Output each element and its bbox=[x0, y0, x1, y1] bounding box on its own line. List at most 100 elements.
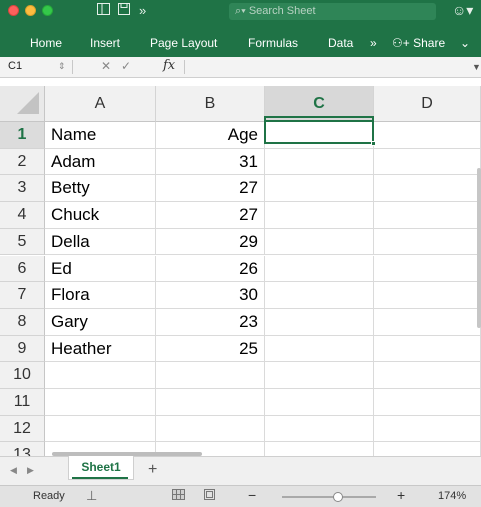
cell-a10[interactable] bbox=[45, 362, 156, 389]
cell-c2[interactable] bbox=[265, 148, 374, 176]
cell-d10[interactable] bbox=[374, 362, 481, 389]
row-header-8[interactable]: 8 bbox=[0, 308, 45, 336]
overflow-icon[interactable]: » bbox=[139, 3, 146, 19]
row-header-7[interactable]: 7 bbox=[0, 282, 45, 309]
name-box-dropdown-icon[interactable]: ⇕ bbox=[58, 61, 66, 72]
formula-input[interactable] bbox=[190, 60, 460, 75]
cell-c11[interactable] bbox=[265, 389, 374, 416]
cell-c6[interactable] bbox=[265, 255, 374, 283]
page-layout-view-icon[interactable] bbox=[204, 488, 215, 503]
row-header-9[interactable]: 9 bbox=[0, 335, 45, 363]
cell-c12[interactable] bbox=[265, 415, 374, 443]
zoom-out-button[interactable]: − bbox=[248, 487, 256, 503]
cell-a6[interactable]: Ed bbox=[45, 255, 156, 283]
cell-c9[interactable] bbox=[265, 335, 374, 363]
normal-view-icon[interactable] bbox=[172, 488, 185, 503]
cell-b1[interactable]: Age bbox=[156, 122, 265, 149]
cell-a2[interactable]: Adam bbox=[45, 148, 156, 176]
prev-sheet-icon[interactable]: ◀ bbox=[10, 465, 17, 476]
collapse-ribbon-icon[interactable]: ⌄ bbox=[460, 36, 470, 51]
row-header-5[interactable]: 5 bbox=[0, 228, 45, 256]
cell-d12[interactable] bbox=[374, 415, 481, 443]
row-header-12[interactable]: 12 bbox=[0, 415, 45, 443]
expand-formula-icon[interactable]: ▼ bbox=[472, 62, 481, 72]
cell-b5[interactable]: 29 bbox=[156, 228, 265, 256]
vertical-scrollbar[interactable] bbox=[477, 168, 481, 328]
cell-d4[interactable] bbox=[374, 202, 481, 229]
macro-record-icon[interactable]: ⊥ bbox=[86, 488, 97, 504]
minimize-window-button[interactable] bbox=[25, 5, 36, 16]
cell-d5[interactable] bbox=[374, 228, 481, 256]
zoom-level[interactable]: 174% bbox=[438, 490, 466, 502]
select-all-corner[interactable] bbox=[0, 86, 45, 122]
zoom-in-button[interactable]: + bbox=[397, 487, 405, 503]
zoom-window-button[interactable] bbox=[42, 5, 53, 16]
cell-a5[interactable]: Della bbox=[45, 228, 156, 256]
cell-c4[interactable] bbox=[265, 202, 374, 229]
cell-b3[interactable]: 27 bbox=[156, 175, 265, 203]
cell-b4[interactable]: 27 bbox=[156, 202, 265, 229]
zoom-slider[interactable] bbox=[282, 492, 376, 502]
next-sheet-icon[interactable]: ▶ bbox=[27, 465, 34, 476]
cancel-icon[interactable]: ✕ bbox=[101, 59, 111, 73]
cell-d1[interactable] bbox=[374, 122, 481, 149]
cell-b2[interactable]: 31 bbox=[156, 148, 265, 176]
smiley-icon[interactable]: ☺▾ bbox=[452, 2, 473, 19]
confirm-icon[interactable]: ✓ bbox=[121, 59, 131, 73]
cell-c3[interactable] bbox=[265, 175, 374, 203]
search-sheet-input[interactable]: ⌕▾ Search Sheet bbox=[229, 3, 436, 20]
cell-d9[interactable] bbox=[374, 335, 481, 363]
cell-b11[interactable] bbox=[156, 389, 265, 416]
close-window-button[interactable] bbox=[8, 5, 19, 16]
save-icon[interactable] bbox=[118, 3, 130, 19]
cell-c7[interactable] bbox=[265, 282, 374, 309]
cell-a8[interactable]: Gary bbox=[45, 308, 156, 336]
cell-b6[interactable]: 26 bbox=[156, 255, 265, 283]
cell-c10[interactable] bbox=[265, 362, 374, 389]
cell-c5[interactable] bbox=[265, 228, 374, 256]
column-header-c[interactable]: C bbox=[265, 86, 374, 122]
row-header-13[interactable]: 13 bbox=[0, 442, 45, 456]
tab-page-layout[interactable]: Page Layout bbox=[150, 36, 217, 51]
column-header-a[interactable]: A bbox=[45, 86, 156, 122]
cell-d8[interactable] bbox=[374, 308, 481, 336]
cell-c1[interactable] bbox=[265, 122, 374, 149]
cell-a7[interactable]: Flora bbox=[45, 282, 156, 309]
cell-d3[interactable] bbox=[374, 175, 481, 203]
cell-a11[interactable] bbox=[45, 389, 156, 416]
cell-d2[interactable] bbox=[374, 148, 481, 176]
zoom-slider-thumb[interactable] bbox=[333, 492, 344, 502]
cell-a12[interactable] bbox=[45, 415, 156, 443]
cell-d13[interactable] bbox=[374, 442, 481, 456]
tab-formulas[interactable]: Formulas bbox=[248, 36, 298, 51]
add-sheet-button[interactable]: + bbox=[148, 461, 157, 479]
tab-home[interactable]: Home bbox=[30, 36, 62, 51]
function-icon[interactable]: fx bbox=[163, 58, 175, 73]
tab-data[interactable]: Data bbox=[328, 36, 353, 51]
cell-d6[interactable] bbox=[374, 255, 481, 283]
cell-b9[interactable]: 25 bbox=[156, 335, 265, 363]
cell-c8[interactable] bbox=[265, 308, 374, 336]
cell-b12[interactable] bbox=[156, 415, 265, 443]
row-header-4[interactable]: 4 bbox=[0, 202, 45, 229]
cell-d7[interactable] bbox=[374, 282, 481, 309]
cell-b10[interactable] bbox=[156, 362, 265, 389]
cell-a3[interactable]: Betty bbox=[45, 175, 156, 203]
cell-b8[interactable]: 23 bbox=[156, 308, 265, 336]
name-box[interactable]: C1 bbox=[8, 60, 22, 72]
row-header-10[interactable]: 10 bbox=[0, 362, 45, 389]
more-tabs-icon[interactable]: » bbox=[370, 36, 377, 51]
cell-d11[interactable] bbox=[374, 389, 481, 416]
row-header-3[interactable]: 3 bbox=[0, 175, 45, 203]
column-header-d[interactable]: D bbox=[374, 86, 481, 122]
row-header-1[interactable]: 1 bbox=[0, 122, 45, 149]
cell-a4[interactable]: Chuck bbox=[45, 202, 156, 229]
share-button[interactable]: ⚇+ Share bbox=[392, 36, 445, 51]
row-header-11[interactable]: 11 bbox=[0, 389, 45, 416]
cell-b7[interactable]: 30 bbox=[156, 282, 265, 309]
cell-a1[interactable]: Name bbox=[45, 122, 156, 149]
column-header-b[interactable]: B bbox=[156, 86, 265, 122]
row-header-2[interactable]: 2 bbox=[0, 148, 45, 176]
tab-insert[interactable]: Insert bbox=[90, 36, 120, 51]
cell-c13[interactable] bbox=[265, 442, 374, 456]
